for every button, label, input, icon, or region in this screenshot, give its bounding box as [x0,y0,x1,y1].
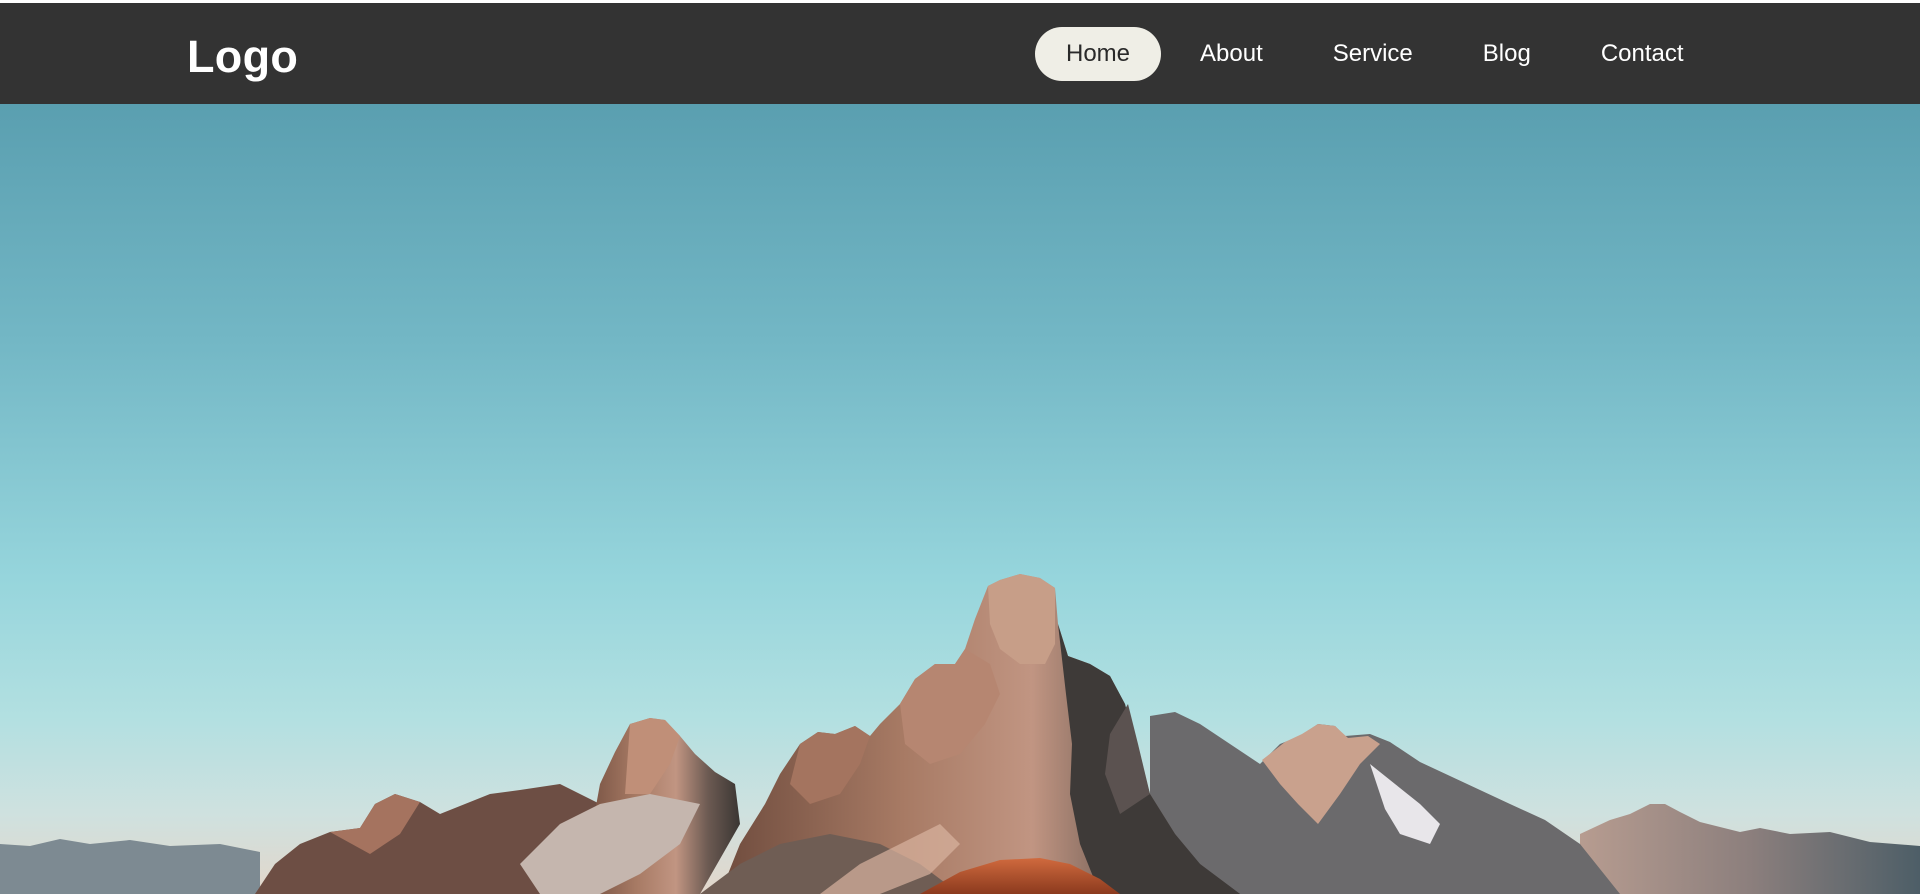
hero-section [0,104,1920,894]
logo[interactable]: Logo [187,29,298,85]
nav-menu: Home About Service Blog Contact [1035,27,1723,81]
nav-link-home[interactable]: Home [1035,27,1162,81]
nav-link-service[interactable]: Service [1302,27,1444,81]
navbar: Logo Home About Service Blog Contact [0,3,1920,104]
nav-link-blog[interactable]: Blog [1452,27,1562,81]
nav-link-about[interactable]: About [1169,27,1294,81]
page: Logo Home About Service Blog Contact [0,0,1920,894]
nav-link-contact[interactable]: Contact [1570,27,1715,81]
hero-mountain-image [0,104,1920,894]
